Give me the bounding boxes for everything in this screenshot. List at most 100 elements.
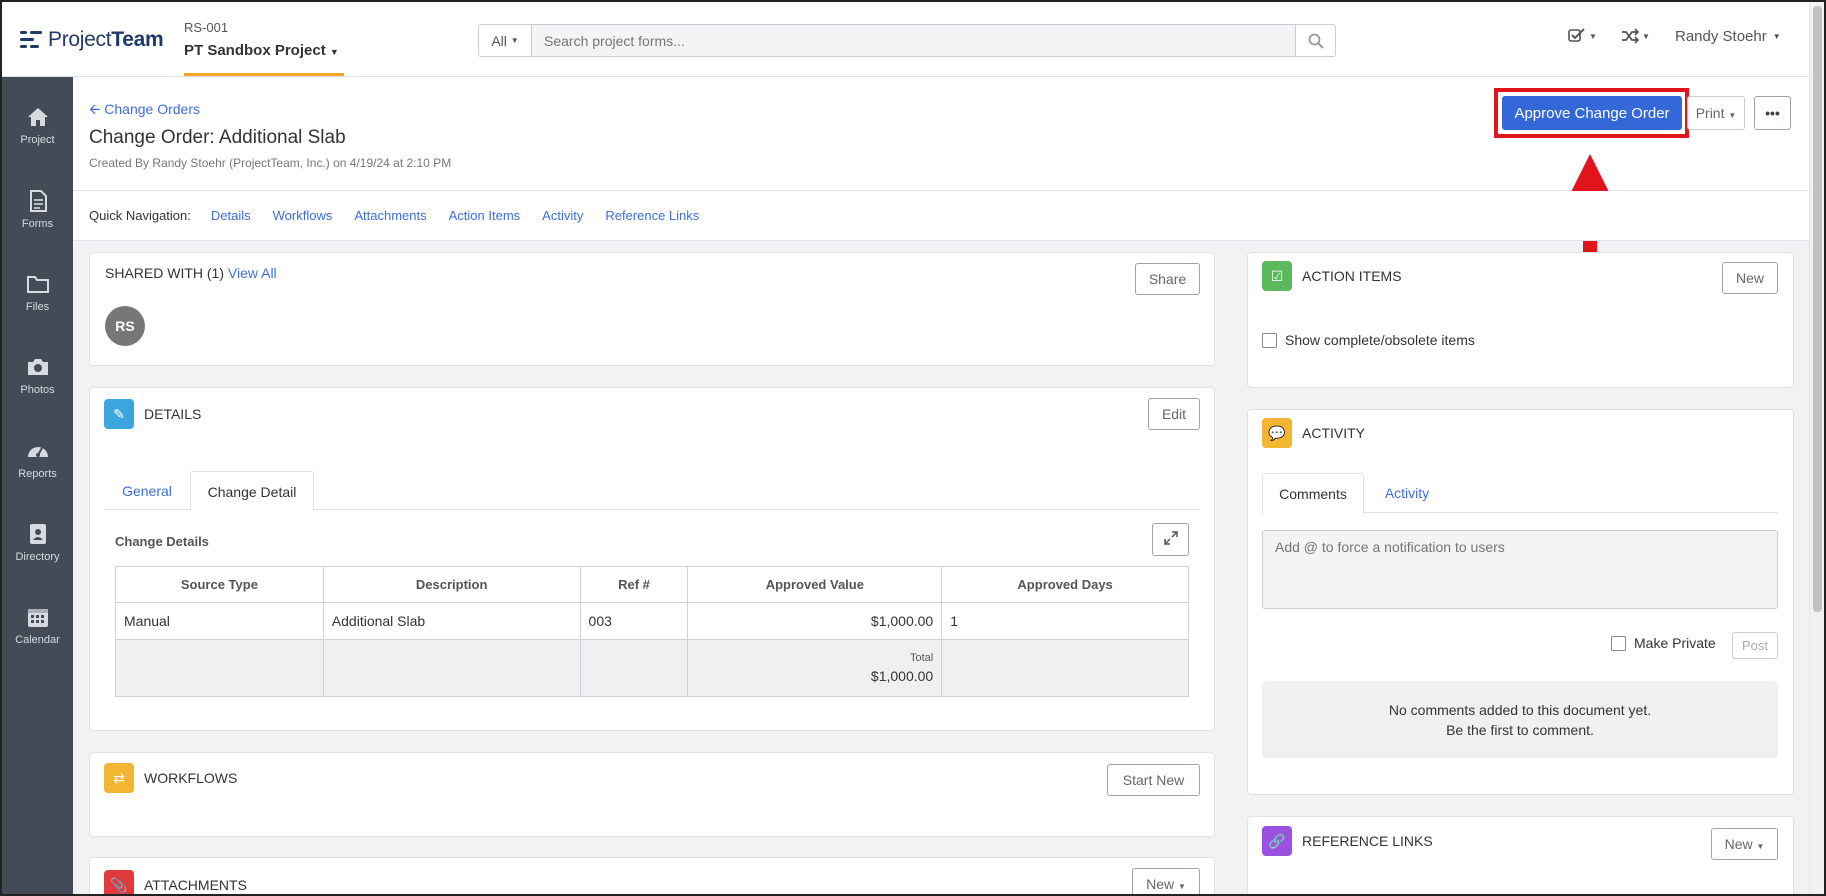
tab-general[interactable]: General	[104, 472, 190, 510]
cell-ref: 003	[579, 602, 689, 640]
tab-activity[interactable]: Activity	[1364, 473, 1450, 513]
sidebar-item-project[interactable]: Project	[2, 106, 73, 146]
caret-down-icon: ▼	[1728, 111, 1737, 120]
workflow-menu[interactable]: ▼	[1621, 28, 1650, 44]
tab-comments[interactable]: Comments	[1262, 473, 1364, 514]
print-button[interactable]: Print ▼	[1687, 96, 1745, 130]
shuffle-icon	[1622, 28, 1639, 44]
search-scope-dropdown[interactable]: All ▼	[478, 24, 532, 57]
expand-button[interactable]	[1152, 523, 1189, 556]
back-to-change-orders-link[interactable]: 🡨 Change Orders	[89, 99, 200, 123]
quicknav-link-details[interactable]: Details	[211, 208, 251, 223]
post-button[interactable]: Post	[1732, 632, 1778, 659]
sidebar: Project Forms Files Photos Reports Direc…	[2, 77, 73, 894]
top-bar: ProjectTeam RS-001 PT Sandbox Project ▼ …	[2, 2, 1824, 77]
activity-tabs: Comments Activity	[1262, 473, 1778, 514]
show-complete-checkbox[interactable]	[1262, 332, 1277, 348]
cell-approved-days: 1	[941, 602, 1189, 640]
back-link-label: Change Orders	[104, 101, 200, 117]
sidebar-item-label: Reports	[18, 468, 57, 480]
shared-with-title: SHARED WITH (1)	[105, 265, 224, 281]
no-comments-message: No comments added to this document yet. …	[1262, 681, 1778, 758]
edit-button[interactable]: Edit	[1148, 398, 1200, 430]
search-button[interactable]	[1296, 24, 1336, 57]
shuffle-icon: ⇄	[104, 763, 134, 793]
sidebar-item-forms[interactable]: Forms	[2, 190, 73, 230]
action-items-title: ACTION ITEMS	[1302, 268, 1402, 284]
quicknav-link-reference-links[interactable]: Reference Links	[605, 208, 699, 223]
new-attachment-button[interactable]: New ▼	[1132, 868, 1200, 894]
no-comments-line2: Be the first to comment.	[1446, 722, 1594, 738]
sidebar-item-directory[interactable]: Directory	[2, 523, 73, 563]
scrollbar[interactable]	[1809, 2, 1824, 894]
column-header: Approved Days	[941, 566, 1189, 603]
quick-navigation-label: Quick Navigation:	[89, 208, 191, 223]
more-options-button[interactable]: •••	[1754, 96, 1791, 130]
sidebar-item-calendar[interactable]: Calendar	[2, 606, 73, 646]
make-private-label: Make Private	[1634, 635, 1716, 651]
table-row[interactable]: Manual Additional Slab 003 $1,000.00 1	[115, 602, 1189, 640]
new-reference-link-button[interactable]: New ▼	[1711, 828, 1778, 860]
document-icon	[29, 190, 47, 212]
quicknav-link-workflows[interactable]: Workflows	[273, 208, 333, 223]
approve-change-order-button[interactable]: Approve Change Order	[1502, 96, 1682, 130]
cell-approved-value: $1,000.00	[687, 602, 943, 640]
no-comments-line1: No comments added to this document yet.	[1388, 702, 1652, 718]
caret-down-icon: ▼	[1589, 31, 1597, 41]
details-card: ✎ DETAILS Edit General Change Detail Cha…	[89, 387, 1215, 731]
arrow-left-icon: 🡨	[89, 101, 101, 117]
page-header: 🡨 Change Orders Change Order: Additional…	[73, 77, 1809, 191]
share-button[interactable]: Share	[1135, 263, 1200, 295]
sidebar-item-files[interactable]: Files	[2, 273, 73, 313]
tasks-menu[interactable]: ▼	[1568, 28, 1597, 44]
attachments-card: 📎 ATTACHMENTS New ▼	[89, 857, 1215, 894]
project-selector[interactable]: RS-001 PT Sandbox Project ▼	[184, 20, 344, 76]
total-value: $1,000.00	[870, 668, 934, 684]
start-new-workflow-button[interactable]: Start New	[1107, 764, 1200, 796]
quicknav-link-action-items[interactable]: Action Items	[449, 208, 521, 223]
comment-input[interactable]	[1262, 530, 1778, 609]
total-row: Total $1,000.00	[115, 639, 1189, 697]
column-header: Description	[322, 566, 581, 603]
column-header: Approved Value	[687, 566, 943, 603]
quicknav-link-attachments[interactable]: Attachments	[354, 208, 426, 223]
projectteam-logo[interactable]: ProjectTeam	[20, 28, 164, 52]
logo-text-bold: Team	[111, 28, 164, 51]
checkbox-icon: ☑	[1262, 261, 1292, 291]
scrollbar-thumb[interactable]	[1813, 6, 1822, 612]
attachments-title: ATTACHMENTS	[144, 877, 247, 893]
user-menu[interactable]: Randy Stoehr ▼	[1675, 28, 1781, 45]
search-input[interactable]	[532, 24, 1296, 57]
tab-change-detail[interactable]: Change Detail	[190, 471, 314, 511]
search-icon	[1308, 33, 1324, 49]
view-all-link[interactable]: View All	[228, 265, 277, 281]
caret-down-icon: ▼	[1177, 882, 1186, 891]
new-action-item-button[interactable]: New	[1722, 262, 1778, 294]
checklist-icon	[1568, 28, 1585, 42]
caret-down-icon: ▼	[1756, 842, 1765, 851]
sidebar-item-reports[interactable]: Reports	[2, 440, 73, 480]
sidebar-item-photos[interactable]: Photos	[2, 356, 73, 396]
folder-icon	[26, 276, 49, 293]
user-name: Randy Stoehr	[1675, 28, 1767, 45]
sidebar-item-label: Directory	[15, 551, 60, 563]
column-header: Ref #	[579, 566, 689, 603]
quicknav-link-activity[interactable]: Activity	[542, 208, 583, 223]
activity-title: ACTIVITY	[1302, 425, 1366, 441]
sidebar-item-label: Files	[25, 301, 50, 313]
paperclip-icon: 📎	[104, 870, 134, 894]
shared-with-card: SHARED WITH (1) View All Share RS	[89, 252, 1215, 366]
caret-down-icon: ▼	[329, 47, 339, 57]
reference-links-card: 🔗 REFERENCE LINKS New ▼	[1247, 816, 1794, 894]
total-label: Total	[909, 652, 934, 664]
sidebar-item-label: Forms	[21, 218, 54, 230]
change-details-table: Source Type Description Ref # Approved V…	[115, 566, 1189, 697]
chat-bubble-icon: 💬	[1262, 418, 1292, 448]
show-complete-label: Show complete/obsolete items	[1285, 332, 1475, 348]
details-tabs: General Change Detail	[104, 471, 1200, 511]
sidebar-item-label: Project	[20, 134, 55, 146]
home-icon	[27, 108, 48, 126]
avatar[interactable]: RS	[105, 306, 145, 346]
logo-icon	[20, 31, 42, 49]
make-private-checkbox[interactable]	[1611, 635, 1626, 651]
